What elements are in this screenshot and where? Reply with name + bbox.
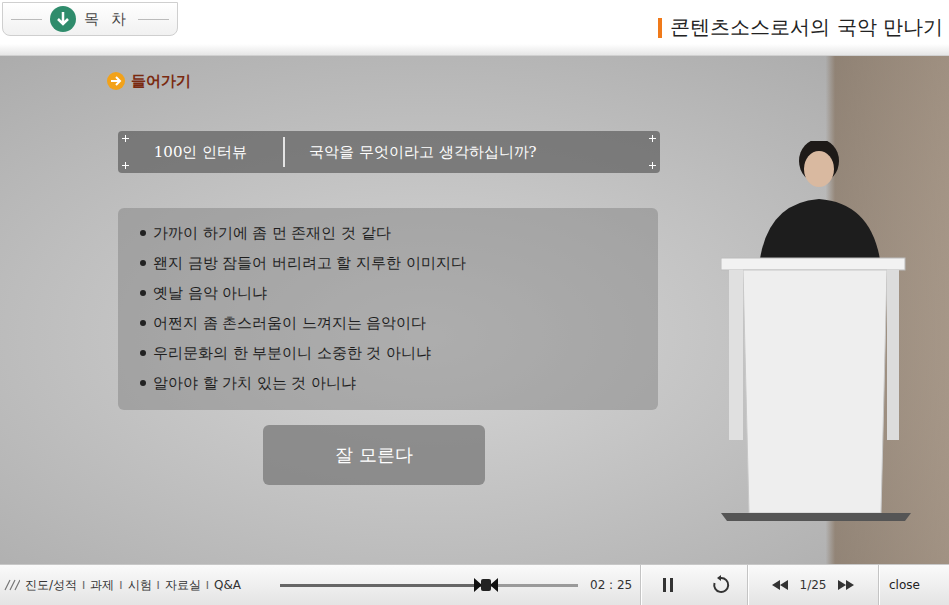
title-bar — [658, 18, 662, 38]
course-title: 콘텐츠소스로서의 국악 만나기 — [658, 14, 943, 41]
bullet — [140, 350, 146, 356]
player-bar: 진도/성적 I 과제 I 시험 I 자료실 I Q&A 02 : 25 1/25 close — [0, 564, 949, 605]
answer-item: 옛날 음악 아니냐 — [140, 278, 636, 308]
time-display: 02 : 25 — [590, 578, 640, 592]
title-text: 콘텐츠소스로서의 국악 만나기 — [670, 14, 943, 41]
corner-mark — [649, 162, 656, 169]
toc-line — [11, 19, 42, 20]
answer-list: 가까이 하기에 좀 먼 존재인 것 같다왠지 금방 잠들어 버리려고 할 지루한… — [118, 208, 658, 410]
corner-mark — [122, 135, 129, 142]
slide: 들어가기 100인 인터뷰국악을 무엇이라고 생각하십니까? 가까이 하기에 좀 먼… — [0, 56, 717, 564]
corner-mark — [649, 135, 656, 142]
bullet — [140, 320, 146, 326]
divider — [878, 565, 879, 605]
footer-link[interactable]: Q&A — [214, 578, 241, 592]
progress-thumb[interactable] — [473, 576, 499, 594]
intro-heading: 들어가기 — [107, 69, 191, 93]
close-button[interactable]: close — [879, 578, 930, 592]
answer-button[interactable]: 잘 모른다 — [263, 425, 485, 485]
lecture-player: 목 차 콘텐츠소스로서의 국악 만나기들어가기 100인 인터뷰국악을 무엇이라고 … — [0, 0, 949, 605]
bullet — [140, 260, 146, 266]
corner-mark — [122, 162, 129, 169]
question-banner: 100인 인터뷰국악을 무엇이라고 생각하십니까? — [118, 131, 660, 173]
grip-icon — [4, 579, 20, 591]
arrow-circle-icon — [107, 72, 125, 90]
answer-item: 어쩐지 좀 촌스러움이 느껴지는 음악이다 — [140, 308, 636, 338]
progress-track[interactable] — [280, 584, 578, 587]
banner-question: 국악을 무엇이라고 생각하십니까? — [285, 143, 537, 162]
stage: 들어가기 100인 인터뷰국악을 무엇이라고 생각하십니까? 가까이 하기에 좀 먼… — [0, 56, 949, 564]
answer-item: 우리문화의 한 부분이니 소중한 것 아니냐 — [140, 338, 636, 368]
answer-item: 왠지 금방 잠들어 버리려고 할 지루한 이미지다 — [140, 248, 636, 278]
answer-item: 가까이 하기에 좀 먼 존재인 것 같다 — [140, 218, 636, 248]
link-separator: I — [82, 579, 85, 592]
link-separator: I — [206, 579, 209, 592]
replay-icon[interactable] — [711, 575, 731, 595]
down-arrow-icon — [50, 6, 76, 32]
footer-link[interactable]: 시험 — [128, 577, 152, 594]
presenter-video — [721, 141, 921, 521]
header: 목 차 콘텐츠소스로서의 국악 만나기 — [0, 0, 949, 56]
bullet — [140, 230, 146, 236]
divider — [640, 565, 641, 605]
footer-link[interactable]: 과제 — [90, 577, 114, 594]
bullet — [140, 290, 146, 296]
pause-icon[interactable] — [662, 578, 674, 592]
answer-item: 알아야 할 가치 있는 것 아니냐 — [140, 368, 636, 398]
banner-tag: 100인 인터뷰 — [118, 143, 283, 162]
progress-fill — [280, 584, 486, 587]
toc-label: 목 차 — [84, 10, 131, 29]
banner-divider — [283, 137, 285, 167]
page-indicator: 1/25 — [800, 578, 827, 592]
footer-links: 진도/성적 I 과제 I 시험 I 자료실 I Q&A — [0, 577, 280, 594]
link-separator: I — [119, 579, 122, 592]
divider — [747, 565, 748, 605]
footer-link[interactable]: 진도/성적 — [25, 577, 77, 594]
toc-line — [138, 19, 169, 20]
next-page-icon[interactable] — [838, 580, 854, 590]
footer-link[interactable]: 자료실 — [165, 577, 201, 594]
intro-label: 들어가기 — [131, 72, 191, 91]
previous-page-icon[interactable] — [772, 580, 788, 590]
toc-button[interactable]: 목 차 — [2, 2, 178, 36]
bullet — [140, 380, 146, 386]
link-separator: I — [157, 579, 160, 592]
presenter-column — [717, 56, 949, 564]
